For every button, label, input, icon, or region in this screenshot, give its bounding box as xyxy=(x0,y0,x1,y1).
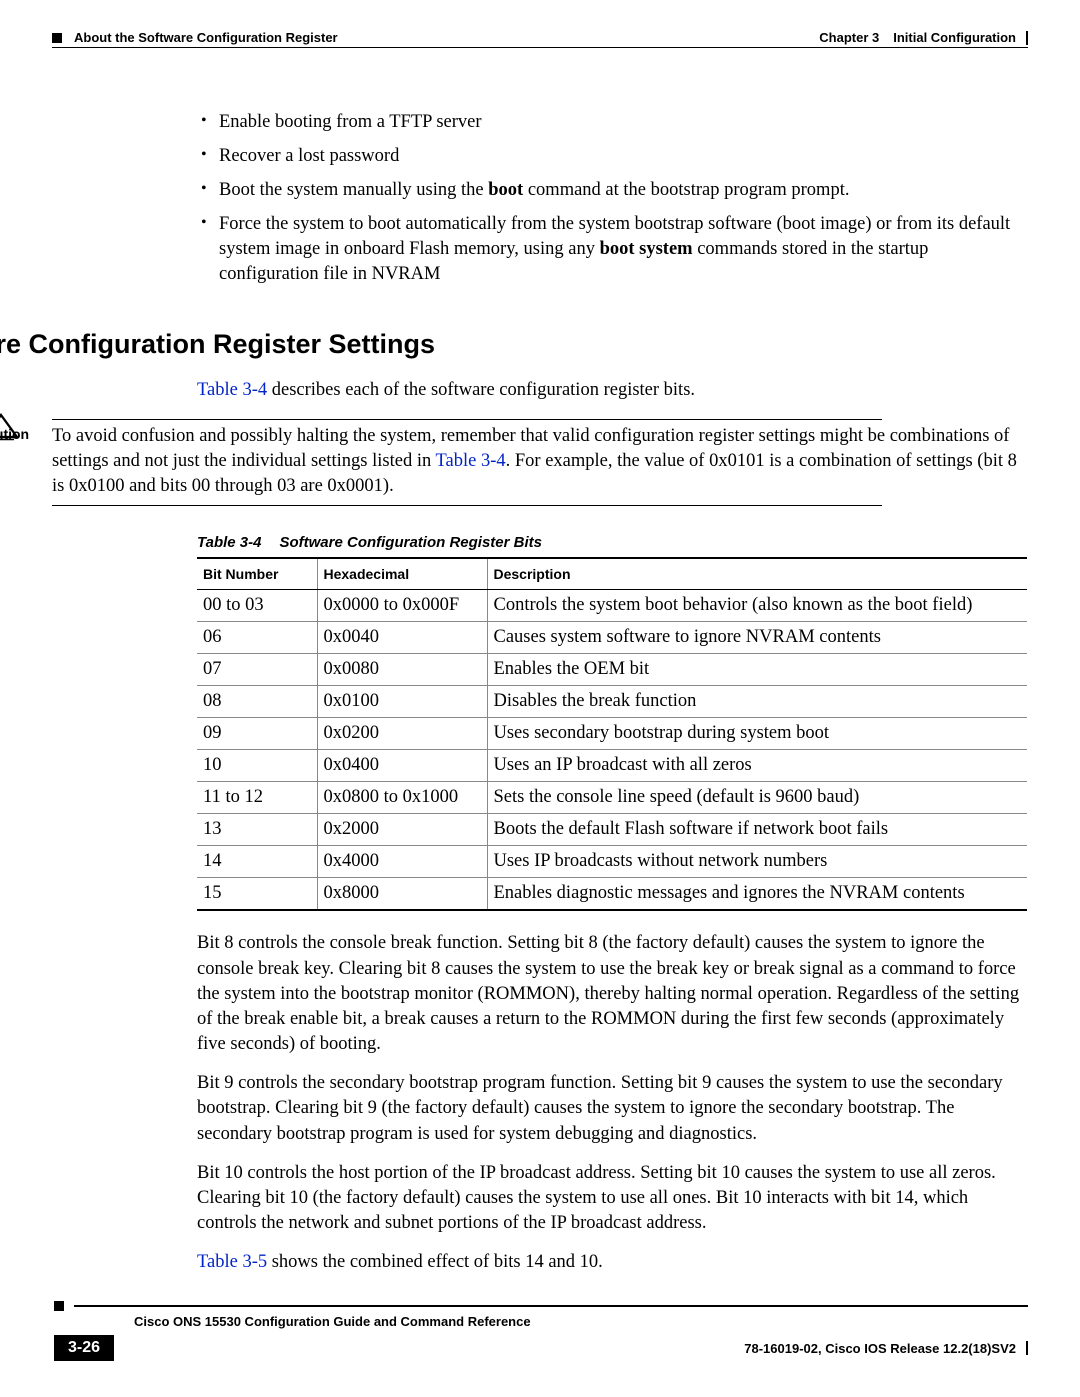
table-cell: 0x0100 xyxy=(317,686,487,718)
table-row: 140x4000Uses IP broadcasts without netwo… xyxy=(197,846,1027,878)
list-item: Force the system to boot automatically f… xyxy=(197,212,1028,287)
table-row: 130x2000Boots the default Flash software… xyxy=(197,814,1027,846)
table-cell: 15 xyxy=(197,878,317,911)
caution-bottom-rule xyxy=(52,505,882,506)
bullet-text: Enable booting from a TFTP server xyxy=(219,112,482,132)
table-cell: Enables the OEM bit xyxy=(487,654,1027,686)
table-cell: 07 xyxy=(197,654,317,686)
table-cell: Causes system software to ignore NVRAM c… xyxy=(487,622,1027,654)
bullet-text: command at the bootstrap program prompt. xyxy=(523,180,849,200)
table-title: Software Configuration Register Bits xyxy=(279,534,542,551)
header-right: Chapter 3 Initial Configuration xyxy=(819,30,1028,45)
caution-icon xyxy=(0,413,20,441)
table-ref-link[interactable]: Table 3-4 xyxy=(436,451,506,471)
table-row: 150x8000Enables diagnostic messages and … xyxy=(197,878,1027,911)
table-cell: 10 xyxy=(197,750,317,782)
table-cell: 08 xyxy=(197,686,317,718)
page-number: 3-26 xyxy=(54,1335,114,1361)
table-row: 070x0080Enables the OEM bit xyxy=(197,654,1027,686)
table-ref-link[interactable]: Table 3-5 xyxy=(197,1252,267,1272)
intro-paragraph: Table 3-4 describes each of the software… xyxy=(197,378,1028,403)
table-cell: Disables the break function xyxy=(487,686,1027,718)
table-cell: Controls the system boot behavior (also … xyxy=(487,590,1027,622)
table-row: 060x0040Causes system software to ignore… xyxy=(197,622,1027,654)
section-heading: Software Configuration Register Settings xyxy=(0,329,1028,360)
page: About the Software Configuration Registe… xyxy=(0,0,1080,1397)
col-header: Hexadecimal xyxy=(317,558,487,590)
running-header: About the Software Configuration Registe… xyxy=(52,30,1028,45)
register-bits-table: Bit Number Hexadecimal Description 00 to… xyxy=(197,557,1027,911)
footer-title: Cisco ONS 15530 Configuration Guide and … xyxy=(134,1314,1028,1329)
table-cell: 06 xyxy=(197,622,317,654)
table-cell: 13 xyxy=(197,814,317,846)
table-row: 11 to 120x0800 to 0x1000Sets the console… xyxy=(197,782,1027,814)
vertical-rule-icon xyxy=(1026,31,1028,45)
table-cell: Sets the console line speed (default is … xyxy=(487,782,1027,814)
table-row: 090x0200Uses secondary bootstrap during … xyxy=(197,718,1027,750)
list-item: Enable booting from a TFTP server xyxy=(197,110,1028,135)
square-marker-icon xyxy=(54,1301,64,1311)
table-cell: Uses secondary bootstrap during system b… xyxy=(487,718,1027,750)
table-caption: Table 3-4 Software Configuration Register… xyxy=(197,534,1028,551)
table-row: 00 to 030x0000 to 0x000FControls the sys… xyxy=(197,590,1027,622)
table-cell: 0x0400 xyxy=(317,750,487,782)
content-area: Enable booting from a TFTP server Recove… xyxy=(197,110,1028,287)
table-row: 100x0400Uses an IP broadcast with all ze… xyxy=(197,750,1027,782)
square-marker-icon xyxy=(52,33,62,43)
table-cell: 0x0080 xyxy=(317,654,487,686)
bullet-text: Recover a lost password xyxy=(219,146,399,166)
header-section: About the Software Configuration Registe… xyxy=(74,30,338,45)
header-chapter: Chapter 3 xyxy=(819,30,879,45)
bold-command: boot system xyxy=(600,239,693,259)
table-cell: 0x0040 xyxy=(317,622,487,654)
bullet-list: Enable booting from a TFTP server Recove… xyxy=(197,110,1028,287)
table-header-row: Bit Number Hexadecimal Description xyxy=(197,558,1027,590)
bold-command: boot xyxy=(488,180,523,200)
table-cell: Uses IP broadcasts without network numbe… xyxy=(487,846,1027,878)
table-body: 00 to 030x0000 to 0x000FControls the sys… xyxy=(197,590,1027,911)
content-area: Table 3-4 Software Configuration Register… xyxy=(197,534,1028,1275)
vertical-rule-icon xyxy=(1026,1341,1028,1355)
body-text: describes each of the software configura… xyxy=(267,380,695,400)
table-cell: 09 xyxy=(197,718,317,750)
table-cell: 0x0800 to 0x1000 xyxy=(317,782,487,814)
header-chapter-title: Initial Configuration xyxy=(893,30,1016,45)
caution-text: To avoid confusion and possibly halting … xyxy=(52,424,1028,499)
table-cell: Boots the default Flash software if netw… xyxy=(487,814,1027,846)
paragraph: Bit 9 controls the secondary bootstrap p… xyxy=(197,1071,1028,1146)
table-cell: 0x0000 to 0x000F xyxy=(317,590,487,622)
paragraph: Table 3-5 shows the combined effect of b… xyxy=(197,1250,1028,1275)
table-cell: 0x8000 xyxy=(317,878,487,911)
paragraph: Bit 8 controls the console break functio… xyxy=(197,931,1028,1057)
footer-rule-row xyxy=(54,1301,1028,1311)
footer-bottom-row: 3-26 78-16019-02, Cisco IOS Release 12.2… xyxy=(54,1335,1028,1361)
table-cell: Enables diagnostic messages and ignores … xyxy=(487,878,1027,911)
footer-meta-text: 78-16019-02, Cisco IOS Release 12.2(18)S… xyxy=(744,1341,1016,1356)
paragraph: Bit 10 controls the host portion of the … xyxy=(197,1161,1028,1236)
list-item: Boot the system manually using the boot … xyxy=(197,178,1028,203)
table-cell: 0x0200 xyxy=(317,718,487,750)
table-row: 080x0100Disables the break function xyxy=(197,686,1027,718)
header-rule xyxy=(52,47,1028,48)
table-ref-link[interactable]: Table 3-4 xyxy=(197,380,267,400)
table-cell: 0x2000 xyxy=(317,814,487,846)
caution-block: Caution To avoid confusion and possibly … xyxy=(0,419,1028,506)
table-number: Table 3-4 xyxy=(197,534,261,551)
table-cell: 0x4000 xyxy=(317,846,487,878)
content-area: Table 3-4 describes each of the software… xyxy=(197,378,1028,403)
caution-top-rule xyxy=(52,419,882,420)
col-header: Bit Number xyxy=(197,558,317,590)
table-cell: 14 xyxy=(197,846,317,878)
footer-rule xyxy=(74,1305,1028,1307)
table-cell: Uses an IP broadcast with all zeros xyxy=(487,750,1027,782)
list-item: Recover a lost password xyxy=(197,144,1028,169)
header-left: About the Software Configuration Registe… xyxy=(52,30,338,45)
table-cell: 11 to 12 xyxy=(197,782,317,814)
body-text: shows the combined effect of bits 14 and… xyxy=(267,1252,603,1272)
footer: Cisco ONS 15530 Configuration Guide and … xyxy=(54,1301,1028,1361)
col-header: Description xyxy=(487,558,1027,590)
table-cell: 00 to 03 xyxy=(197,590,317,622)
footer-meta: 78-16019-02, Cisco IOS Release 12.2(18)S… xyxy=(744,1341,1028,1356)
bullet-text: Boot the system manually using the xyxy=(219,180,488,200)
